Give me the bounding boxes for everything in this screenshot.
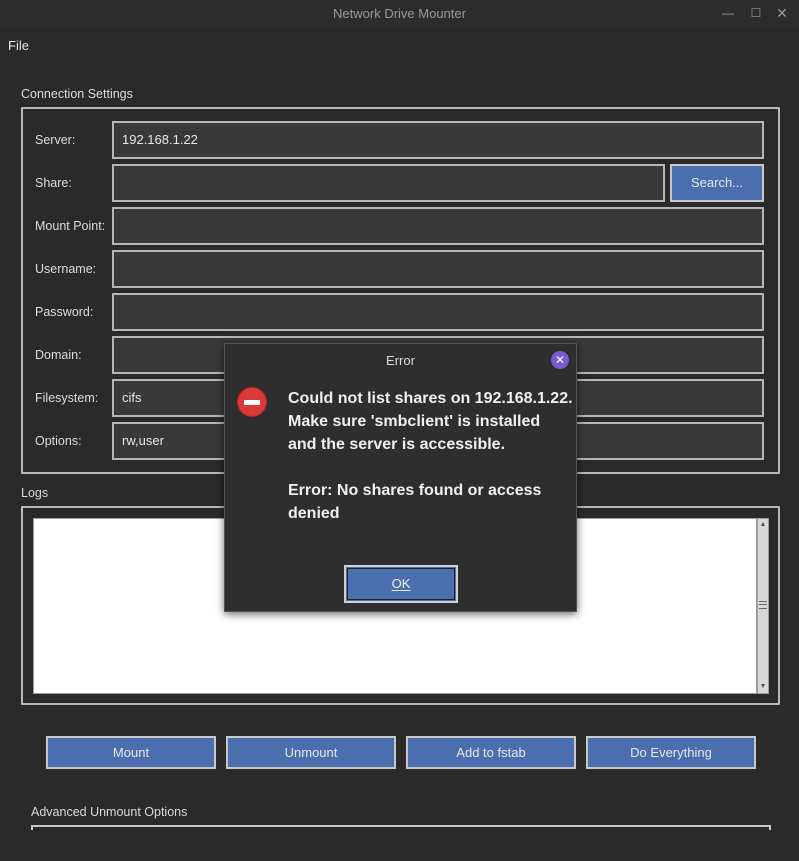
scroll-grip-icon[interactable] [759,601,767,609]
error-message: Could not list shares on 192.168.1.22. M… [288,390,573,522]
error-dialog: Error ✕ Could not list shares on 192.168… [224,343,577,612]
share-label: Share: [35,176,72,190]
server-label: Server: [35,133,76,147]
mount-point-label: Mount Point: [35,219,106,233]
window-title: Network Drive Mounter [333,6,466,21]
password-label: Password: [35,305,94,319]
scroll-down-icon[interactable]: ▼ [758,682,768,692]
title-bar: Network Drive Mounter — ☐ ✕ [0,0,799,28]
maximize-icon[interactable]: ☐ [747,4,765,22]
password-input[interactable] [112,293,764,331]
share-input[interactable] [112,164,665,202]
menu-file[interactable]: File [8,38,29,53]
dialog-close-icon[interactable]: ✕ [551,351,569,369]
server-input[interactable]: 192.168.1.22 [112,121,764,159]
logs-label: Logs [21,486,49,500]
search-button[interactable]: Search... [670,164,764,202]
mount-point-input[interactable] [112,207,764,245]
dialog-title: Error [386,353,415,368]
unmount-button[interactable]: Unmount [226,736,396,769]
do-everything-button[interactable]: Do Everything [586,736,756,769]
mount-button[interactable]: Mount [46,736,216,769]
options-label: Options: [35,434,82,448]
advanced-unmount-label: Advanced Unmount Options [31,805,188,819]
error-icon [237,387,267,417]
ok-button[interactable]: OK [344,565,458,603]
connection-settings-label: Connection Settings [21,87,133,101]
advanced-unmount-frame [31,825,771,830]
logs-scrollbar[interactable]: ▲ ▼ [757,518,769,694]
add-to-fstab-button[interactable]: Add to fstab [406,736,576,769]
username-label: Username: [35,262,97,276]
close-icon[interactable]: ✕ [773,4,791,22]
domain-label: Domain: [35,348,82,362]
minimize-icon[interactable]: — [719,4,737,22]
username-input[interactable] [112,250,764,288]
filesystem-label: Filesystem: [35,391,99,405]
scroll-up-icon[interactable]: ▲ [758,520,768,530]
